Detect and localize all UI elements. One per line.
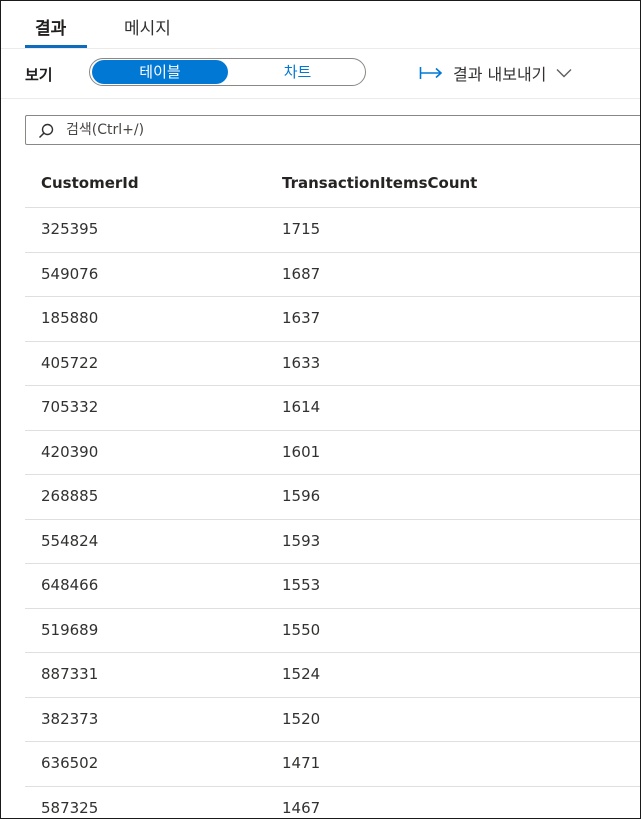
active-tab-indicator [25,45,87,48]
query-results-panel: 결과 메시지 보기 테이블 차트 결과 내보내기 검색(Ctrl+/) Cust… [0,0,641,819]
results-toolbar: 보기 테이블 차트 결과 내보내기 [1,49,640,99]
cell-customerid: 705332 [41,398,99,416]
cell-transactionitemscount: 1601 [282,442,321,461]
table-row[interactable]: 185880 1637 [25,297,640,342]
table-row[interactable]: 587325 1467 [25,787,640,819]
table-row[interactable]: 705332 1614 [25,386,640,431]
table-row[interactable]: 549076 1687 [25,253,640,297]
table-row[interactable]: 519689 1550 [25,609,640,653]
view-option-chart[interactable]: 차트 [230,60,365,84]
cell-customerid: 648466 [41,576,99,594]
table-row[interactable]: 268885 1596 [25,475,640,520]
table-row[interactable]: 420390 1601 [25,431,640,475]
table-row[interactable]: 887331 1524 [25,653,640,698]
cell-transactionitemscount: 1715 [282,220,321,238]
export-results-label: 결과 내보내기 [453,65,547,84]
cell-transactionitemscount: 1553 [282,576,321,594]
tab-results[interactable]: 결과 [35,14,66,39]
cell-transactionitemscount: 1467 [282,798,321,817]
cell-transactionitemscount: 1471 [282,754,321,772]
cell-customerid: 549076 [41,264,99,283]
results-tab-bar: 결과 메시지 [1,1,640,49]
table-row[interactable]: 325395 1715 [25,208,640,253]
chevron-down-icon [556,69,572,78]
export-results-button[interactable]: 결과 내보내기 [419,62,572,84]
table-body: 325395 1715 549076 1687 185880 1637 405722 1633… [25,208,640,819]
cell-transactionitemscount: 1596 [282,487,321,505]
cell-customerid: 554824 [41,531,99,550]
table-row[interactable]: 648466 1553 [25,564,640,609]
cell-transactionitemscount: 1593 [282,531,321,550]
cell-transactionitemscount: 1520 [282,709,321,728]
search-box [25,115,640,145]
cell-transactionitemscount: 1687 [282,264,321,283]
table-header-row: CustomerId TransactionItemsCount [25,161,640,208]
cell-customerid: 420390 [41,442,99,461]
cell-transactionitemscount: 1524 [282,665,321,683]
results-table: CustomerId TransactionItemsCount 325395 1… [25,161,640,819]
cell-transactionitemscount: 1550 [282,620,321,639]
table-row[interactable]: 382373 1520 [25,698,640,742]
cell-customerid: 636502 [41,754,99,772]
cell-customerid: 185880 [41,309,99,327]
view-option-table[interactable]: 테이블 [92,60,228,84]
search-icon [38,123,54,139]
column-header-customerid[interactable]: CustomerId [41,174,139,192]
cell-transactionitemscount: 1637 [282,309,321,327]
cell-customerid: 587325 [41,798,99,817]
cell-transactionitemscount: 1614 [282,398,321,416]
cell-customerid: 405722 [41,353,99,372]
view-label: 보기 [25,66,53,84]
cell-customerid: 887331 [41,665,99,683]
cell-customerid: 382373 [41,709,99,728]
search-input[interactable] [66,119,626,141]
column-header-transactionitemscount[interactable]: TransactionItemsCount [282,174,477,192]
cell-customerid: 268885 [41,487,99,505]
cell-customerid: 519689 [41,620,99,639]
table-row[interactable]: 554824 1593 [25,520,640,564]
table-row[interactable]: 405722 1633 [25,342,640,386]
cell-transactionitemscount: 1633 [282,353,321,372]
table-row[interactable]: 636502 1471 [25,742,640,787]
arrow-to-right-icon [419,67,443,79]
cell-customerid: 325395 [41,220,99,238]
view-toggle: 테이블 차트 [89,58,366,86]
tab-messages[interactable]: 메시지 [124,14,171,39]
